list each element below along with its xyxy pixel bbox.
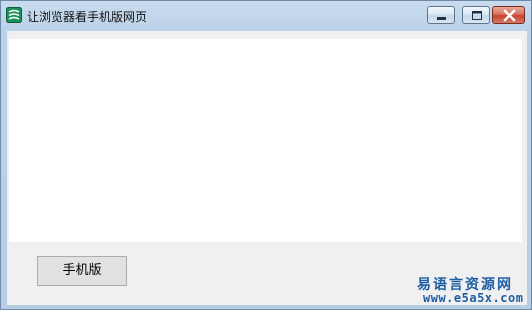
window-title: 让浏览器看手机版网页 [27,10,148,24]
close-button[interactable] [492,6,525,24]
close-icon [503,9,516,22]
mobile-version-button[interactable]: 手机版 [37,256,127,286]
watermark-url: www.e5a5x.com [423,291,524,305]
title-bar[interactable]: 让浏览器看手机版网页 [1,1,531,31]
app-window: 让浏览器看手机版网页 手机版 易语言资源网 www.e5a5x.com [0,0,532,310]
maximize-icon [472,11,482,20]
maximize-button[interactable] [462,6,490,24]
app-icon [6,7,22,23]
web-browser-view[interactable] [9,39,522,242]
minimize-button[interactable] [427,6,455,24]
minimize-icon [437,17,446,20]
client-area: 手机版 易语言资源网 www.e5a5x.com [7,31,527,305]
